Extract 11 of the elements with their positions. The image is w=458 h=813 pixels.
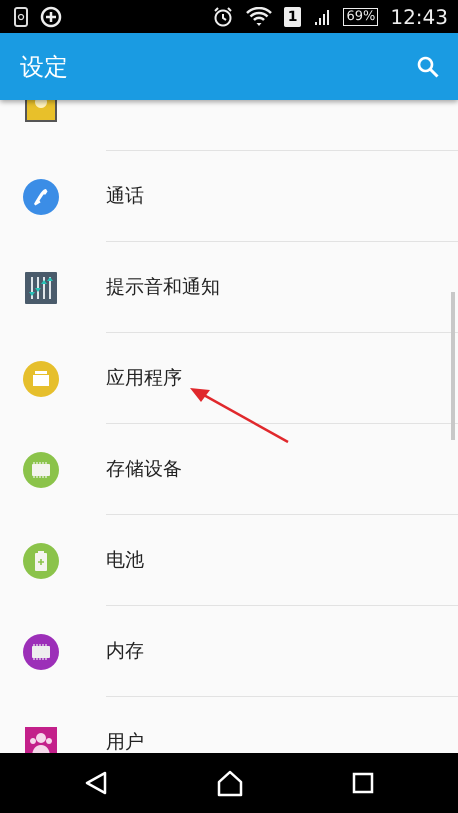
- sim-badge: 1: [284, 6, 302, 26]
- app-title: 设定: [20, 52, 68, 82]
- setting-label[interactable]: 用户: [106, 729, 144, 753]
- setting-label[interactable]: 应用程序: [106, 365, 182, 391]
- setting-label[interactable]: 内存: [106, 638, 144, 664]
- clock-time: 12:43: [390, 4, 448, 28]
- battery-indicator: 69%: [343, 8, 378, 26]
- setting-label[interactable]: 电池: [106, 547, 144, 573]
- setting-label[interactable]: 存储设备: [106, 456, 182, 482]
- setting-label[interactable]: 提示音和通知: [106, 274, 220, 300]
- setting-label[interactable]: 通话: [106, 183, 144, 209]
